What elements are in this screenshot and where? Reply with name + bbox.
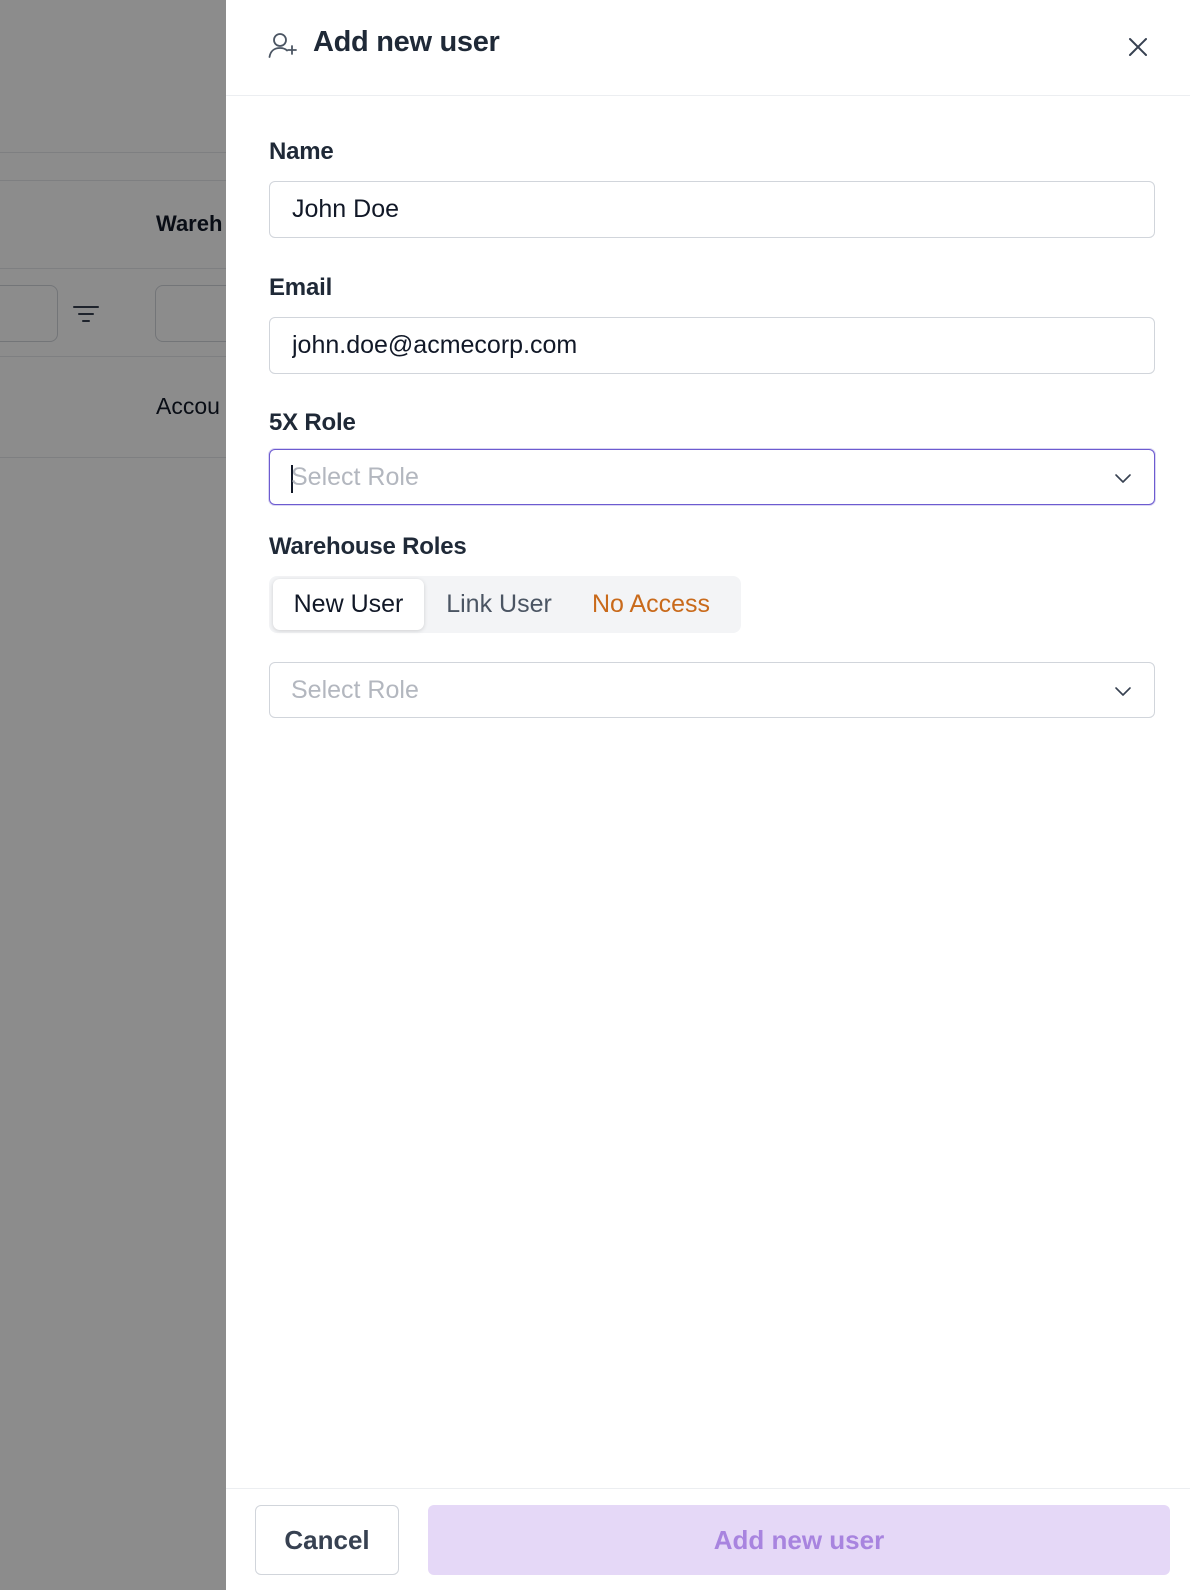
- drawer-title: Add new user: [313, 26, 500, 58]
- warehouse-role-select[interactable]: Select Role: [269, 662, 1155, 718]
- add-user-button[interactable]: Add new user: [428, 1505, 1170, 1575]
- chevron-down-icon: [1115, 687, 1131, 696]
- role-5x-placeholder: Select Role: [291, 463, 419, 491]
- close-icon[interactable]: [1124, 33, 1152, 61]
- warehouse-role-placeholder: Select Role: [291, 676, 419, 704]
- add-user-drawer: Add new user Name Email 5X Role Select R…: [226, 0, 1190, 1590]
- warehouse-role-tabs: New User Link User No Access: [269, 576, 741, 633]
- role-5x-select[interactable]: Select Role: [269, 449, 1155, 505]
- cancel-button[interactable]: Cancel: [255, 1505, 399, 1575]
- user-plus-icon: [268, 33, 297, 58]
- tab-link-user[interactable]: Link User: [427, 579, 571, 630]
- tab-new-user[interactable]: New User: [273, 579, 424, 630]
- drawer-footer: Cancel Add new user: [226, 1488, 1190, 1590]
- warehouse-roles-label: Warehouse Roles: [269, 533, 467, 560]
- email-label: Email: [269, 274, 333, 301]
- tab-no-access[interactable]: No Access: [571, 579, 731, 630]
- page: Wareh Accou Add new user Name John Doe E…: [0, 0, 1190, 1590]
- name-input[interactable]: [269, 181, 1155, 238]
- name-label: Name: [269, 138, 334, 165]
- email-input[interactable]: [269, 317, 1155, 374]
- chevron-down-icon: [1115, 474, 1131, 483]
- drawer-header: Add new user: [226, 0, 1190, 96]
- role-5x-label: 5X Role: [269, 409, 356, 436]
